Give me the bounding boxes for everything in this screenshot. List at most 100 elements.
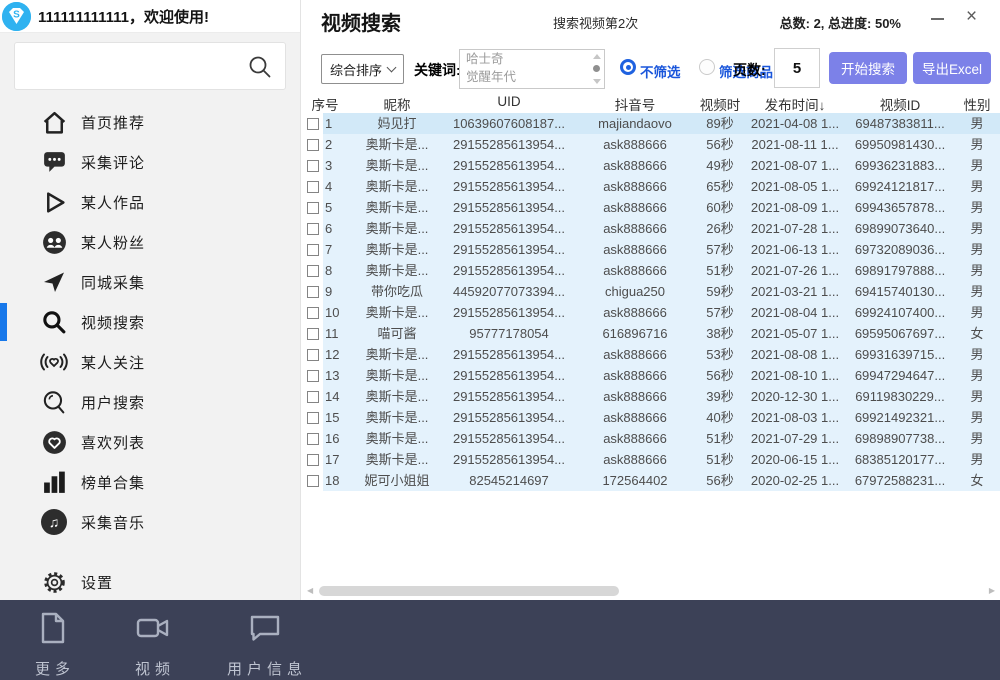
table-row[interactable]: 2奥斯卡是...29155285613954...ask88866656秒202… [301,134,1000,155]
video-id-cell: 69936231883... [847,155,953,176]
table-row[interactable]: 13奥斯卡是...29155285613954...ask88866656秒20… [301,365,1000,386]
row-checkbox[interactable] [307,181,319,193]
table-row[interactable]: 9带你吃瓜44592077073394...chigua25059秒2021-0… [301,281,1000,302]
row-checkbox[interactable] [307,118,319,130]
row-index: 7 [325,239,332,260]
gender-cell: 男 [953,344,1000,365]
bottombar-item-label: 视频 [130,658,175,679]
col-header-nickname[interactable]: 昵称 [349,94,445,113]
sidebar-item-comments[interactable]: 采集评论 [0,142,300,182]
duration-cell: 38秒 [697,323,743,344]
table-row[interactable]: 11喵可酱9577717805461689671638秒2021-05-07 1… [301,323,1000,344]
table-row[interactable]: 12奥斯卡是...29155285613954...ask88866653秒20… [301,344,1000,365]
row-checkbox[interactable] [307,454,319,466]
nickname-cell: 奥斯卡是... [349,449,445,470]
sidebar-item-follows[interactable]: 某人关注 [0,342,300,382]
row-index-cell: 6 [301,218,349,239]
sort-select[interactable]: 综合排序 [321,54,404,84]
col-header-pubtime[interactable]: 发布时间↓ [743,94,847,113]
pubtime-cell: 2021-07-28 1... [743,218,847,239]
scroll-thumb[interactable] [593,65,600,72]
sidebar-item-video-search[interactable]: 视频搜索 [0,302,300,342]
gender-cell: 男 [953,281,1000,302]
row-index: 13 [325,365,339,386]
radio-no-filter-label[interactable]: 不筛选 [640,61,681,81]
row-checkbox[interactable] [307,307,319,319]
row-checkbox[interactable] [307,328,319,340]
table-row[interactable]: 5奥斯卡是...29155285613954...ask88866660秒202… [301,197,1000,218]
uid-cell: 29155285613954... [445,155,573,176]
col-header-douyin[interactable]: 抖音号 [573,94,697,113]
row-checkbox[interactable] [307,202,319,214]
sidebar-item-music[interactable]: ♫ 采集音乐 [0,502,300,542]
row-checkbox[interactable] [307,349,319,361]
sidebar-search-input[interactable] [23,49,243,83]
col-header-duration[interactable]: 视频时长 [697,94,743,113]
radio-no-filter[interactable] [620,59,636,75]
horizontal-scrollbar[interactable]: ◀ ▶ [307,585,995,597]
table-row[interactable]: 3奥斯卡是...29155285613954...ask88866649秒202… [301,155,1000,176]
row-checkbox[interactable] [307,475,319,487]
nickname-cell: 奥斯卡是... [349,428,445,449]
table-row[interactable]: 14奥斯卡是...29155285613954...ask88866639秒20… [301,386,1000,407]
bottombar-item-user-info[interactable]: 用户信息 [222,610,307,679]
table-row[interactable]: 6奥斯卡是...29155285613954...ask88866626秒202… [301,218,1000,239]
row-checkbox[interactable] [307,160,319,172]
pubtime-cell: 2021-08-10 1... [743,365,847,386]
sidebar-item-rankings[interactable]: 榜单合集 [0,462,300,502]
sidebar-item-user-search[interactable]: 用户搜索 [0,382,300,422]
close-icon[interactable]: × [966,5,977,29]
scroll-left-icon[interactable]: ◀ [307,586,313,596]
row-checkbox[interactable] [307,223,319,235]
row-checkbox[interactable] [307,244,319,256]
col-header-index[interactable]: 序号 [301,94,349,113]
pubtime-cell: 2020-12-30 1... [743,386,847,407]
row-checkbox[interactable] [307,286,319,298]
gender-cell: 男 [953,302,1000,323]
sidebar-item-likes[interactable]: 喜欢列表 [0,422,300,462]
row-checkbox[interactable] [307,139,319,151]
export-excel-button[interactable]: 导出Excel [913,52,991,84]
col-header-gender[interactable]: 性别 [953,94,1000,113]
table-row[interactable]: 7奥斯卡是...29155285613954...ask88866657秒202… [301,239,1000,260]
table-row[interactable]: 1妈见打10639607608187...majiandaovo89秒2021-… [301,113,1000,134]
table-row[interactable]: 16奥斯卡是...29155285613954...ask88866651秒20… [301,428,1000,449]
row-checkbox[interactable] [307,265,319,277]
row-checkbox[interactable] [307,433,319,445]
bottombar-item-video[interactable]: 视频 [130,610,175,679]
sidebar-item-fans[interactable]: 某人粉丝 [0,222,300,262]
sidebar-item-works[interactable]: 某人作品 [0,182,300,222]
table-row[interactable]: 8奥斯卡是...29155285613954...ask88866651秒202… [301,260,1000,281]
col-header-uid[interactable]: UID [445,94,573,113]
file-icon [36,610,70,651]
sidebar-search-box[interactable] [14,42,286,90]
minimize-icon[interactable] [931,18,944,20]
sidebar-item-city-collect[interactable]: 同城采集 [0,262,300,302]
scroll-down-icon[interactable] [593,79,601,84]
scroll-thumb[interactable] [319,586,619,596]
table-row[interactable]: 10奥斯卡是...29155285613954...ask88866657秒20… [301,302,1000,323]
row-index-cell: 15 [301,407,349,428]
scroll-right-icon[interactable]: ▶ [989,586,995,596]
douyin-id-cell: ask888666 [573,176,697,197]
start-search-button[interactable]: 开始搜索 [829,52,907,84]
sidebar-item-settings[interactable]: 设置 [0,562,300,602]
bottombar-item-more[interactable]: 更多 [30,610,75,679]
comment-icon [40,148,68,176]
row-checkbox[interactable] [307,370,319,382]
table-row[interactable]: 18妮可小姐姐8254521469717256440256秒2020-02-25… [301,470,1000,491]
scroll-up-icon[interactable] [593,54,601,59]
gender-cell: 男 [953,218,1000,239]
radio-filter-goods[interactable] [699,59,715,75]
pubtime-cell: 2021-08-09 1... [743,197,847,218]
keyword-input[interactable]: 哈士奇 觉醒年代 [459,49,605,89]
col-header-videoid[interactable]: 视频ID [847,94,953,113]
sidebar-item-home-feed[interactable]: 首页推荐 [0,102,300,142]
table-row[interactable]: 15奥斯卡是...29155285613954...ask88866640秒20… [301,407,1000,428]
table-row[interactable]: 4奥斯卡是...29155285613954...ask88866665秒202… [301,176,1000,197]
table-row[interactable]: 17奥斯卡是...29155285613954...ask88866651秒20… [301,449,1000,470]
pages-input[interactable] [774,48,820,88]
row-checkbox[interactable] [307,391,319,403]
keyword-scrollbar[interactable] [590,51,603,87]
row-checkbox[interactable] [307,412,319,424]
